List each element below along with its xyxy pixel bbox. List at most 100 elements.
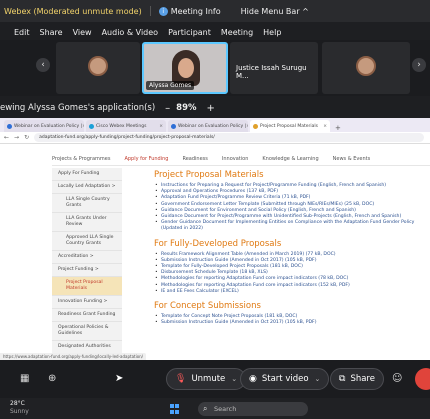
close-tab-icon[interactable]: × (159, 124, 163, 129)
tab-label: Cisco Webex Meetings (96, 123, 147, 129)
sidebar-item-approved-lla-grants[interactable]: Approved LLA Single Country Grants (52, 232, 122, 251)
menu-help[interactable]: Help (263, 28, 281, 37)
globe-icon[interactable]: ⊕ (48, 373, 56, 384)
nav-news-events[interactable]: News & Events (333, 156, 371, 162)
section-heading: For Fully-Developed Proposals (154, 238, 282, 249)
mouse-pointer-icon: ➤ (115, 373, 124, 384)
nav-readiness[interactable]: Readiness (182, 156, 207, 162)
tab-favicon-icon (7, 123, 12, 129)
sidebar-item-project-funding[interactable]: Project Funding > (52, 264, 122, 277)
weather-widget[interactable]: 28°C Sunny (10, 400, 29, 416)
share-label: Share (350, 374, 375, 384)
taskbar-search-box[interactable]: Search (198, 402, 308, 416)
microphone-muted-icon: 🎙 (175, 374, 187, 384)
sidebar-item-readiness-grant-funding[interactable]: Readiness Grant Funding (52, 309, 122, 322)
participant-tile[interactable] (56, 42, 140, 94)
start-video-label: Start video (261, 374, 309, 384)
video-off-icon: ◉ (249, 374, 257, 384)
menu-share[interactable]: Share (40, 28, 63, 37)
share-button[interactable]: ⧉ Share (330, 368, 384, 390)
tab-label: Project Proposal Materials (260, 123, 318, 129)
nav-knowledge-learning[interactable]: Knowledge & Learning (262, 156, 318, 162)
temperature: 28°C (10, 400, 25, 407)
sidebar-item-locally-led-adaptation[interactable]: Locally Led Adaptation > (52, 181, 122, 194)
sidebar-item-lla-grants-under-review[interactable]: LLA Grants Under Review (52, 213, 122, 232)
section-proposal-materials: Project Proposal Materials Instructions … (154, 170, 424, 233)
tab-label: Webinar on Evaluation Policy | (14, 123, 83, 129)
grid-icon[interactable]: ▦ (20, 373, 29, 384)
shared-browser-window: Webinar on Evaluation Policy | × Cisco W… (0, 118, 430, 360)
hide-menu-bar-button[interactable]: Hide Menu Bar ^ (241, 7, 309, 16)
participant-video-strip: ‹ Alyssa Gomes Justice Issah Surugu M...… (0, 40, 430, 96)
webex-menu-bar: Edit Share View Audio & Video Participan… (0, 24, 430, 40)
back-icon[interactable]: ← (4, 134, 9, 141)
new-tab-button[interactable]: + (335, 124, 341, 132)
section-fully-developed: For Fully-Developed Proposals Results Fr… (154, 238, 424, 296)
chevron-down-icon[interactable]: ⌄ (315, 375, 321, 383)
avatar (356, 56, 376, 76)
unmute-button[interactable]: 🎙 Unmute ⌄ (166, 368, 247, 390)
reload-icon[interactable]: ↻ (24, 134, 29, 141)
menu-audio-video[interactable]: Audio & Video (102, 28, 158, 37)
sidebar-item-operational-policies[interactable]: Operational Policies & Guidelines (52, 322, 122, 341)
meeting-info-button[interactable]: i Meeting Info (158, 6, 221, 16)
sidebar-item-innovation-funding[interactable]: Innovation Funding > (52, 296, 122, 309)
windows-start-icon[interactable] (170, 404, 180, 414)
end-meeting-button[interactable] (415, 368, 430, 390)
sharing-status-text: ewing Alyssa Gomes's application(s) (0, 103, 156, 113)
document-link-list: Template for Concept Note Project Propos… (154, 314, 424, 327)
share-screen-icon: ⧉ (339, 374, 346, 384)
forward-icon[interactable]: → (14, 134, 19, 141)
participant-tile[interactable] (322, 42, 410, 94)
close-tab-icon[interactable]: × (246, 124, 248, 129)
browser-tab-strip: Webinar on Evaluation Policy | × Cisco W… (0, 118, 430, 132)
sidebar-item-accreditation[interactable]: Accreditation > (52, 251, 122, 264)
browser-tab-active[interactable]: Project Proposal Materials × (250, 120, 330, 132)
chevron-down-icon[interactable]: ⌄ (231, 375, 237, 383)
meeting-info-label: Meeting Info (170, 6, 221, 16)
document-link-list: Instructions for Preparing a Request for… (154, 183, 424, 233)
document-link[interactable]: IE and EE Fees Calculator (EXCEL) (154, 289, 424, 295)
link-status-url: https://www.adaptation-fund.org/apply-fu… (0, 353, 147, 360)
document-link-list: Results Framework Alignment Table (Amend… (154, 252, 424, 296)
browser-tab[interactable]: Webinar on Evaluation Policy | × (4, 120, 84, 132)
weather-condition: Sunny (10, 408, 29, 415)
prev-participants-button[interactable]: ‹ (36, 58, 50, 72)
nav-projects-programmes[interactable]: Projects & Programmes (52, 156, 110, 162)
participant-tile[interactable]: Justice Issah Surugu M... (230, 42, 318, 94)
address-bar[interactable]: adaptation-fund.org/apply-funding/projec… (34, 133, 424, 142)
menu-edit[interactable]: Edit (14, 28, 30, 37)
avatar (88, 56, 108, 76)
menu-participant[interactable]: Participant (168, 28, 211, 37)
zoom-out-button[interactable]: – (165, 103, 170, 114)
sidebar-item-apply-for-funding[interactable]: Apply For Funding (52, 168, 122, 181)
tab-favicon-icon (253, 123, 258, 129)
close-tab-icon[interactable]: × (323, 124, 327, 129)
document-link[interactable]: Gender Guidance Document for Implementin… (154, 220, 424, 232)
menu-meeting[interactable]: Meeting (221, 28, 253, 37)
menu-view[interactable]: View (73, 28, 92, 37)
page-content: Project Proposal Materials Instructions … (154, 170, 424, 332)
section-heading: Project Proposal Materials (154, 170, 264, 180)
site-main-nav: Projects & Programmes Apply for Funding … (52, 152, 430, 166)
tab-favicon-icon (89, 123, 94, 129)
nav-innovation[interactable]: Innovation (222, 156, 248, 162)
close-tab-icon[interactable]: × (82, 124, 84, 129)
section-concept-submissions: For Concept Submissions Template for Con… (154, 301, 424, 327)
browser-tab[interactable]: Webinar on Evaluation Policy | × (168, 120, 248, 132)
browser-tab[interactable]: Cisco Webex Meetings × (86, 120, 166, 132)
start-video-button[interactable]: ◉ Start video ⌄ (240, 368, 330, 390)
next-participants-button[interactable]: › (412, 58, 426, 72)
active-speaker-tile[interactable]: Alyssa Gomes (142, 42, 228, 94)
document-link[interactable]: Submission Instruction Guide (Amended in… (154, 320, 424, 326)
nav-apply-for-funding[interactable]: Apply for Funding (124, 156, 168, 162)
sidebar-item-lla-single-country-grants[interactable]: LLA Single Country Grants (52, 194, 122, 213)
app-title: Webex (Moderated unmute mode) (4, 6, 142, 16)
zoom-in-button[interactable]: + (207, 103, 215, 114)
reactions-icon[interactable]: ☺ (392, 373, 402, 384)
zoom-level: 89% (176, 103, 197, 113)
active-speaker-name: Alyssa Gomes (146, 81, 195, 90)
meeting-controls: ▦ ⊕ ➤ 🎙 Unmute ⌄ ◉ Start video ⌄ ⧉ Share… (0, 360, 430, 398)
sidebar-item-project-proposal-materials[interactable]: Project Proposal Materials (52, 277, 122, 296)
webex-title-bar: Webex (Moderated unmute mode) i Meeting … (0, 0, 430, 22)
